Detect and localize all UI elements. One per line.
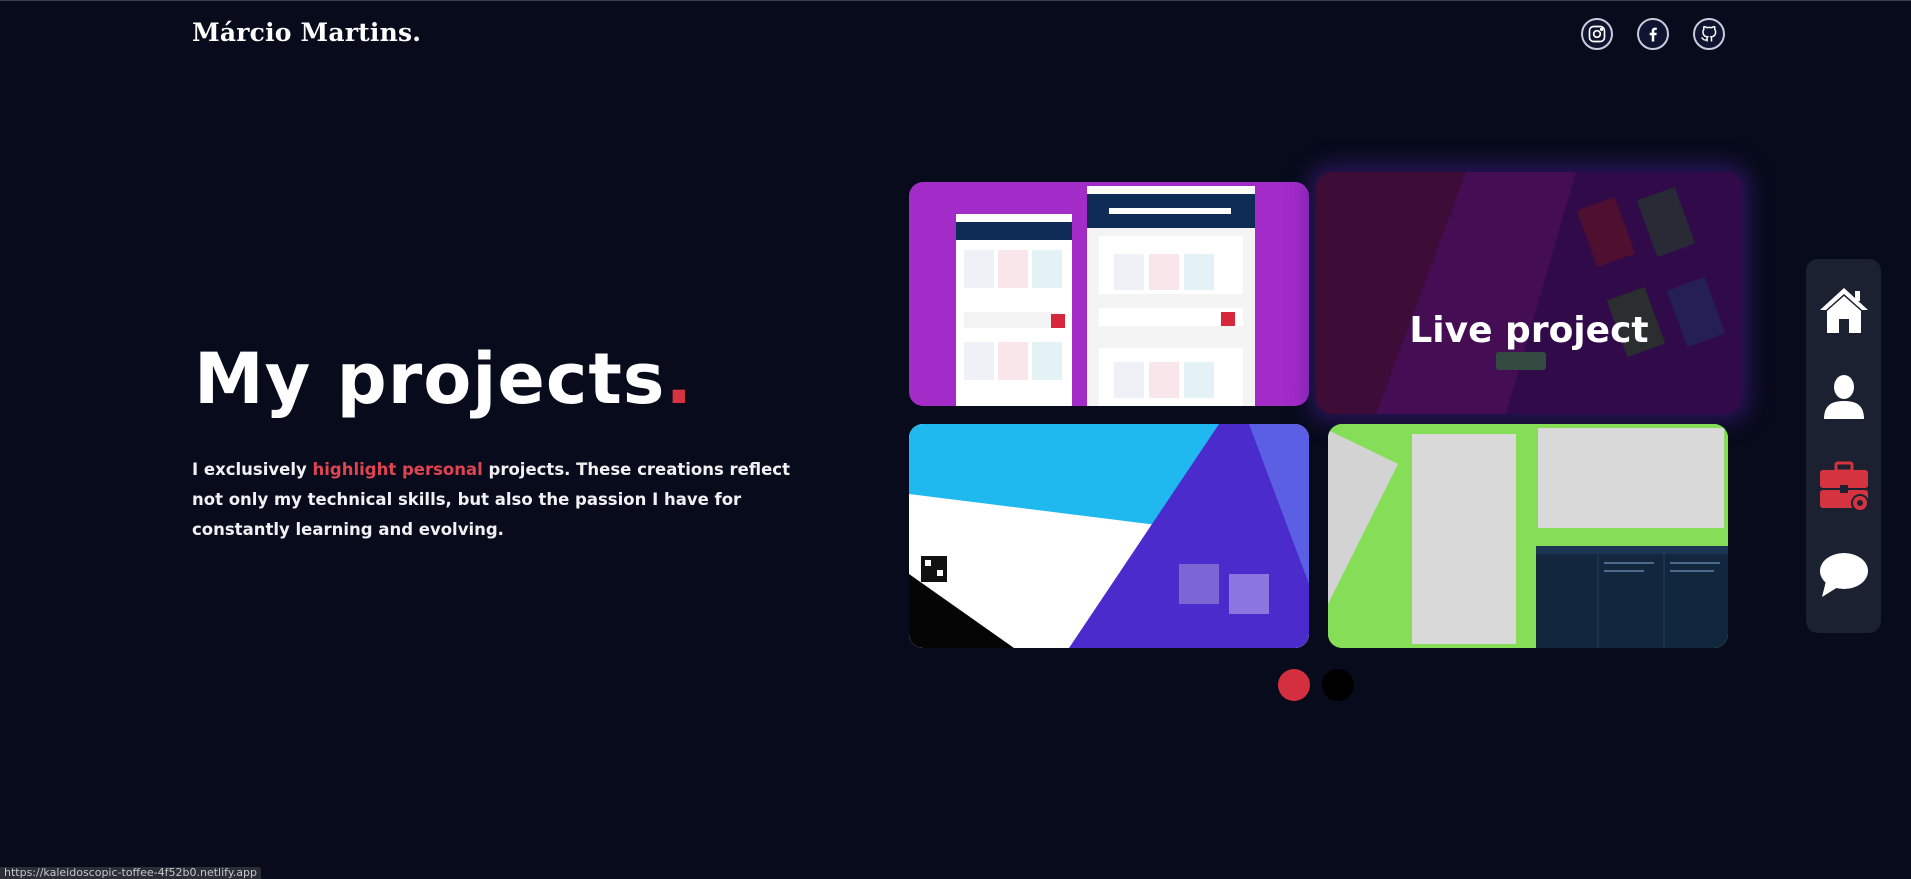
side-navigation	[1806, 259, 1881, 633]
instagram-icon	[1588, 25, 1606, 43]
carousel-page-2[interactable]	[1322, 669, 1354, 701]
desc-highlight: highlight personal	[312, 460, 483, 479]
facebook-icon	[1649, 27, 1657, 42]
carousel-page-1[interactable]	[1278, 669, 1310, 701]
desc-text-1: I exclusively	[192, 460, 313, 479]
nav-home[interactable]	[1818, 285, 1870, 337]
nav-projects[interactable]	[1818, 461, 1870, 513]
site-logo[interactable]: Márcio Martins.	[192, 18, 421, 47]
project-screenshot-image	[1316, 172, 1742, 414]
browser-status-url: https://kaleidoscopic-toffee-4f52b0.netl…	[0, 867, 261, 879]
instagram-link[interactable]	[1581, 18, 1613, 50]
project-screenshot-image	[1328, 424, 1728, 648]
github-icon	[1701, 25, 1717, 42]
title-dot: .	[665, 338, 694, 420]
page-title: My projects.	[194, 338, 693, 420]
window-top-border	[0, 0, 1911, 1]
facebook-link[interactable]	[1637, 18, 1669, 50]
projects-description: I exclusively highlight personal project…	[192, 455, 792, 545]
github-link[interactable]	[1693, 18, 1725, 50]
project-card-landing[interactable]	[909, 424, 1309, 648]
project-screenshot-image	[956, 186, 1255, 406]
user-icon	[1824, 375, 1864, 419]
briefcase-gear-icon	[1820, 461, 1869, 512]
carousel-pagination	[1278, 669, 1354, 701]
home-icon	[1820, 288, 1868, 333]
nav-contact[interactable]	[1818, 549, 1870, 601]
chat-bubble-icon	[1820, 553, 1868, 597]
title-text: My projects	[194, 338, 666, 420]
project-card-chat[interactable]	[1328, 424, 1728, 648]
project-screenshot-image	[909, 424, 1309, 648]
live-project-label: Live project	[1409, 310, 1649, 351]
project-card-courses[interactable]	[909, 182, 1309, 406]
nav-about[interactable]	[1818, 371, 1870, 423]
social-links	[1581, 18, 1725, 50]
project-card-supplements[interactable]: Live project	[1316, 172, 1742, 414]
